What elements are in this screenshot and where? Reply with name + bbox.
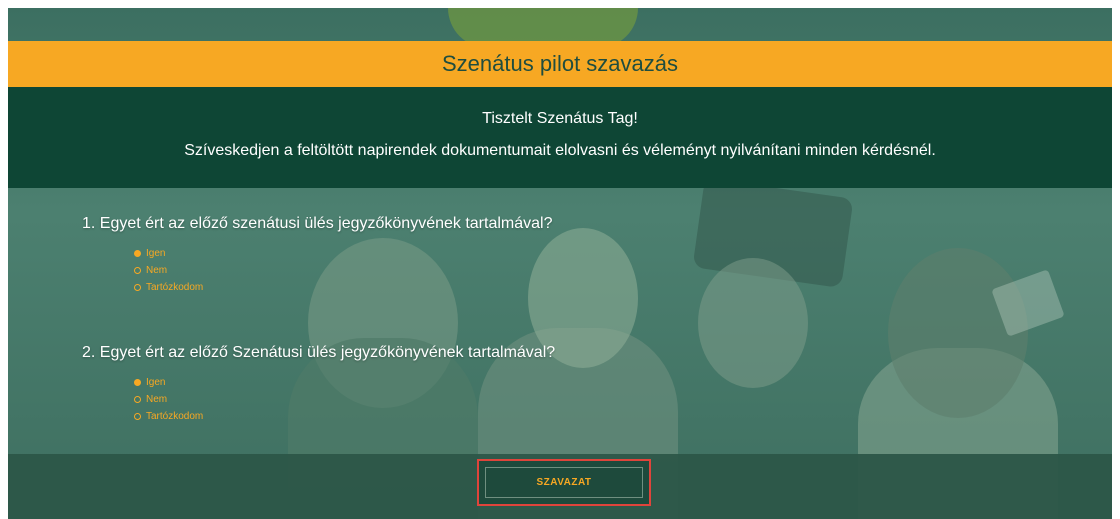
question-2: 2. Egyet ért az előző Szenátusi ülés jeg… [82, 344, 555, 425]
submit-button-inner-border [485, 467, 643, 498]
voting-page: Szenátus pilot szavazás Tisztelt Szenátu… [8, 8, 1112, 519]
radio-label: Igen [146, 377, 166, 388]
radio-button[interactable] [134, 413, 141, 420]
radio-button-checked[interactable] [134, 250, 141, 257]
radio-label: Tartózkodom [146, 411, 204, 422]
radio-option-nem[interactable]: Nem [134, 391, 555, 408]
radio-button-checked[interactable] [134, 379, 141, 386]
radio-group: Igen Nem Tartózkodom [134, 374, 555, 425]
radio-button[interactable] [134, 267, 141, 274]
radio-option-igen[interactable]: Igen [134, 245, 552, 262]
radio-option-tartozkodom[interactable]: Tartózkodom [134, 408, 555, 425]
question-1: 1. Egyet ért az előző szenátusi ülés jeg… [82, 215, 552, 296]
radio-label: Igen [146, 248, 166, 259]
radio-label: Nem [146, 265, 168, 276]
question-text: 1. Egyet ért az előző szenátusi ülés jeg… [82, 215, 553, 232]
background-photo-person [698, 258, 808, 388]
intro-panel: Tisztelt Szenátus Tag! Szíveskedjen a fe… [8, 87, 1112, 188]
radio-group: Igen Nem Tartózkodom [134, 245, 552, 296]
intro-text: Szíveskedjen a feltöltött napirendek dok… [184, 142, 936, 159]
submit-vote-button[interactable]: SZAVAZAT [477, 459, 651, 506]
intro-heading: Tisztelt Szenátus Tag! [482, 110, 638, 127]
radio-label: Tartózkodom [146, 282, 204, 293]
radio-label: Nem [146, 394, 168, 405]
radio-option-tartozkodom[interactable]: Tartózkodom [134, 279, 552, 296]
question-text: 2. Egyet ért az előző Szenátusi ülés jeg… [82, 344, 556, 361]
radio-option-igen[interactable]: Igen [134, 374, 555, 391]
title-bar: Szenátus pilot szavazás [8, 41, 1112, 87]
page-title: Szenátus pilot szavazás [441, 51, 679, 76]
radio-option-nem[interactable]: Nem [134, 262, 552, 279]
radio-button[interactable] [134, 284, 141, 291]
radio-button[interactable] [134, 396, 141, 403]
